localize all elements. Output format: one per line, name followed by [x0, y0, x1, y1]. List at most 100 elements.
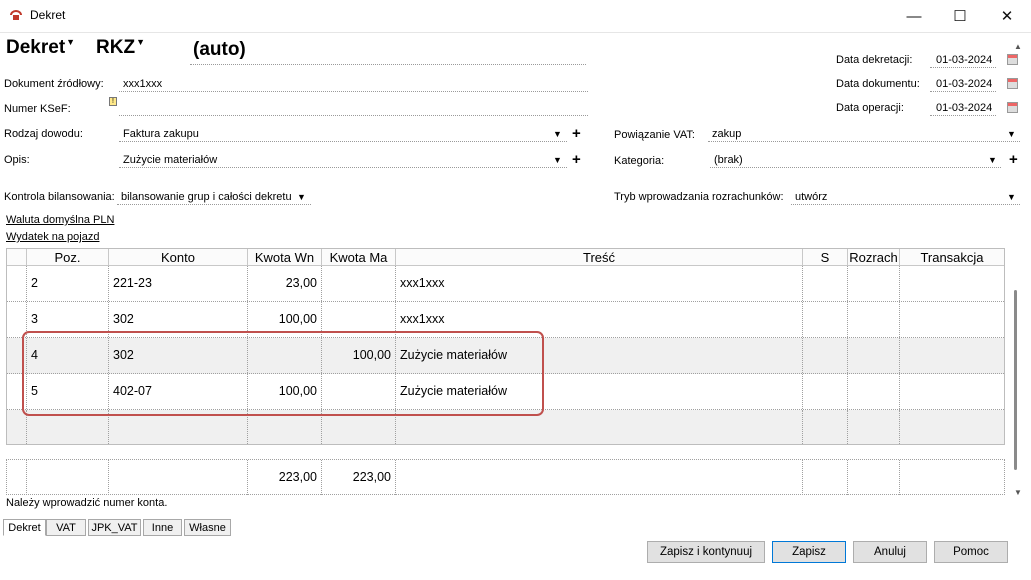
cell-transakcja[interactable] — [900, 338, 1004, 373]
document-date-label: Data dokumentu: — [836, 78, 920, 90]
highlight-annotation — [22, 331, 544, 416]
column-header[interactable]: Kwota Ma — [322, 249, 396, 266]
maximize-icon[interactable]: ☐ — [937, 0, 983, 32]
column-header[interactable]: Rozrach — [848, 249, 900, 266]
add-proof-type-icon[interactable]: + — [572, 126, 581, 141]
help-button[interactable]: Pomoc — [934, 541, 1008, 563]
totals-spacer — [109, 460, 248, 495]
balance-control-label: Kontrola bilansowania: — [4, 191, 115, 203]
cell-rozrach[interactable] — [848, 374, 900, 409]
category-label: Kategoria: — [614, 155, 665, 167]
chevron-down-icon[interactable]: ▼ — [988, 155, 997, 165]
totals-spacer — [396, 460, 803, 495]
cell-s[interactable] — [803, 410, 848, 444]
totals-spacer — [7, 460, 27, 495]
cell-poz[interactable]: 2 — [27, 266, 109, 301]
settlement-mode-label: Tryb wprowadzania rozrachunków: — [614, 191, 784, 203]
cancel-button[interactable]: Anuluj — [853, 541, 927, 563]
vat-link-label: Powiązanie VAT: — [614, 129, 695, 141]
cell-tresc[interactable]: xxx1xxx — [396, 266, 803, 301]
vehicle-expense-link[interactable]: Wydatek na pojazd — [6, 231, 99, 243]
total-wn: 223,00 — [248, 460, 322, 495]
cell-transakcja[interactable] — [900, 410, 1004, 444]
scroll-down-icon[interactable]: ▼ — [1014, 488, 1022, 497]
vertical-scrollbar[interactable]: ▲ ▼ — [1010, 40, 1024, 500]
register-dropdown[interactable]: RKZ▼ — [96, 37, 145, 59]
cell-rozrach[interactable] — [848, 410, 900, 444]
close-icon[interactable]: ✕ — [984, 0, 1030, 32]
doc-type-dropdown[interactable]: Dekret▼ — [6, 37, 75, 59]
description-label: Opis: — [4, 154, 30, 166]
save-button[interactable]: Zapisz — [772, 541, 846, 563]
currency-link[interactable]: Waluta domyślna PLN — [6, 214, 114, 226]
row-selector[interactable] — [7, 410, 27, 444]
row-header-corner — [7, 249, 27, 266]
window-title: Dekret — [30, 8, 66, 22]
ksef-label: Numer KSeF: — [4, 103, 71, 115]
cell-rozrach[interactable] — [848, 302, 900, 337]
cell-rozrach[interactable] — [848, 266, 900, 301]
cell-rozrach[interactable] — [848, 338, 900, 373]
document-number: (auto) — [193, 39, 246, 60]
source-doc-input[interactable]: xxx1xxx — [119, 76, 588, 92]
scroll-up-icon[interactable]: ▲ — [1014, 42, 1022, 51]
chevron-down-icon[interactable]: ▼ — [553, 155, 562, 165]
tab-vat[interactable]: VAT — [46, 519, 86, 536]
title-bar — [0, 0, 1031, 33]
app-logo-icon — [10, 10, 22, 20]
source-doc-label: Dokument źródłowy: — [4, 78, 104, 90]
table-row[interactable]: 2 221-23 23,00 xxx1xxx — [7, 266, 1004, 302]
cell-s[interactable] — [803, 266, 848, 301]
total-ma: 223,00 — [322, 460, 396, 495]
cell-kwota-ma[interactable] — [322, 266, 396, 301]
status-message: Należy wprowadzić numer konta. — [6, 497, 168, 509]
operation-date-input[interactable]: 01-03-2024 — [930, 100, 996, 116]
warning-icon[interactable]: ! — [109, 97, 117, 106]
vat-link-select[interactable]: zakup — [708, 126, 1020, 142]
posting-date-label: Data dekretacji: — [836, 54, 913, 66]
save-continue-button[interactable]: Zapisz i kontynuuj — [647, 541, 765, 563]
column-header[interactable]: Transakcja — [900, 249, 1004, 266]
row-selector[interactable] — [7, 266, 27, 301]
totals-row: 223,00 223,00 — [6, 459, 1005, 495]
scrollbar-thumb[interactable] — [1014, 290, 1017, 470]
column-header[interactable]: Kwota Wn — [248, 249, 322, 266]
column-header[interactable]: Treść — [396, 249, 803, 266]
operation-date-label: Data operacji: — [836, 102, 904, 114]
chevron-down-icon: ▼ — [66, 37, 76, 47]
chevron-down-icon: ▼ — [136, 37, 145, 47]
totals-spacer — [27, 460, 109, 495]
cell-transakcja[interactable] — [900, 266, 1004, 301]
column-header[interactable]: Poz. — [27, 249, 109, 266]
settlement-mode-select[interactable]: utwórz — [791, 189, 1020, 205]
cell-kwota-wn[interactable]: 23,00 — [248, 266, 322, 301]
cell-transakcja[interactable] — [900, 374, 1004, 409]
cell-konto[interactable]: 221-23 — [109, 266, 248, 301]
tab-dekret[interactable]: Dekret — [3, 519, 46, 536]
proof-type-label: Rodzaj dowodu: — [4, 128, 83, 140]
add-description-icon[interactable]: + — [572, 152, 581, 167]
cell-transakcja[interactable] — [900, 302, 1004, 337]
chevron-down-icon[interactable]: ▼ — [553, 129, 562, 139]
chevron-down-icon[interactable]: ▼ — [297, 192, 306, 202]
balance-control-select[interactable]: bilansowanie grup i całości dekretu — [117, 189, 311, 205]
column-header[interactable]: Konto — [109, 249, 248, 266]
totals-spacer — [900, 460, 1004, 495]
totals-spacer — [848, 460, 900, 495]
description-select[interactable]: Zużycie materiałów — [119, 152, 567, 168]
proof-type-select[interactable]: Faktura zakupu — [119, 126, 567, 142]
minimize-icon[interactable]: — — [891, 0, 937, 32]
cell-s[interactable] — [803, 374, 848, 409]
divider — [190, 64, 586, 65]
document-date-input[interactable]: 01-03-2024 — [930, 76, 996, 92]
totals-spacer — [803, 460, 848, 495]
column-header[interactable]: S — [803, 249, 848, 266]
tab-jpk-vat[interactable]: JPK_VAT — [88, 519, 141, 536]
category-select[interactable]: (brak) — [710, 152, 1001, 168]
tab-inne[interactable]: Inne — [143, 519, 182, 536]
cell-s[interactable] — [803, 338, 848, 373]
ksef-input[interactable] — [119, 100, 588, 116]
posting-date-input[interactable]: 01-03-2024 — [930, 52, 996, 68]
cell-s[interactable] — [803, 302, 848, 337]
tab-wlasne[interactable]: Własne — [184, 519, 231, 536]
